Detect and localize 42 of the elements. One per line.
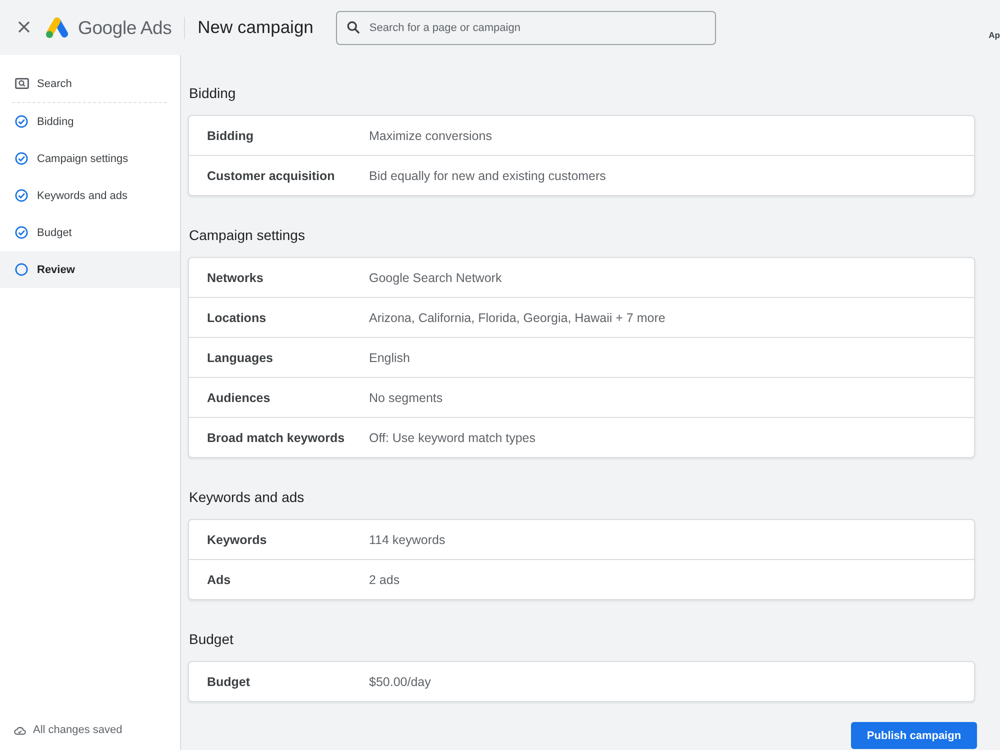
- row-label: Audiences: [207, 390, 272, 404]
- search-icon: [347, 20, 360, 34]
- section-heading: Budget: [189, 630, 234, 649]
- row-label: Broad match keywords: [207, 430, 346, 444]
- row-label: Ads: [207, 572, 232, 586]
- row-value: Off: Use keyword match types: [369, 430, 536, 444]
- logo-icon: [45, 16, 69, 38]
- account-text: Ap: [988, 30, 1000, 40]
- row-value: 2 ads: [369, 572, 400, 586]
- row-label: Bidding: [207, 128, 255, 142]
- row-label: Budget: [207, 674, 252, 688]
- save-status: All changes saved: [33, 724, 122, 736]
- sidebar-item[interactable]: Keywords and ads: [0, 177, 180, 214]
- row-value: Maximize conversions: [369, 128, 492, 142]
- row-label: Languages: [207, 350, 274, 364]
- section-heading: Keywords and ads: [189, 488, 306, 507]
- page-title: New campaign: [198, 17, 314, 38]
- sidebar-item[interactable]: Campaign settings: [0, 140, 180, 177]
- row-value: $50.00/day: [369, 674, 431, 688]
- row-label: Locations: [207, 310, 268, 324]
- close-button[interactable]: [18, 21, 31, 34]
- search-field[interactable]: Search for a page or campaign: [336, 10, 716, 44]
- section-heading: Campaign settings: [189, 226, 306, 245]
- row-label: Networks: [207, 270, 264, 284]
- row-label: Keywords: [207, 532, 268, 546]
- row-value: Arizona, California, Florida, Georgia, Hawaii + 7 more: [369, 310, 666, 324]
- publish-button[interactable]: Publish campaign: [851, 722, 977, 749]
- section-heading: Bidding: [189, 84, 237, 103]
- row-value: No segments: [369, 390, 443, 404]
- search-icon: [15, 78, 29, 89]
- cloud-icon: [14, 726, 26, 734]
- sidebar-item[interactable]: Search: [0, 65, 180, 102]
- brand-name: Google Ads: [78, 16, 172, 38]
- row-value: Google Search Network: [369, 270, 502, 284]
- close-icon: [18, 21, 30, 33]
- sidebar-item[interactable]: Review: [0, 251, 180, 288]
- row-value: 114 keywords: [369, 532, 446, 546]
- row-label: Customer acquisition: [207, 168, 336, 182]
- row-value: English: [369, 350, 410, 364]
- row-value: Bid equally for new and existing customers: [369, 168, 606, 182]
- sidebar-item[interactable]: Bidding: [0, 103, 180, 140]
- sidebar-item[interactable]: Budget: [0, 214, 180, 251]
